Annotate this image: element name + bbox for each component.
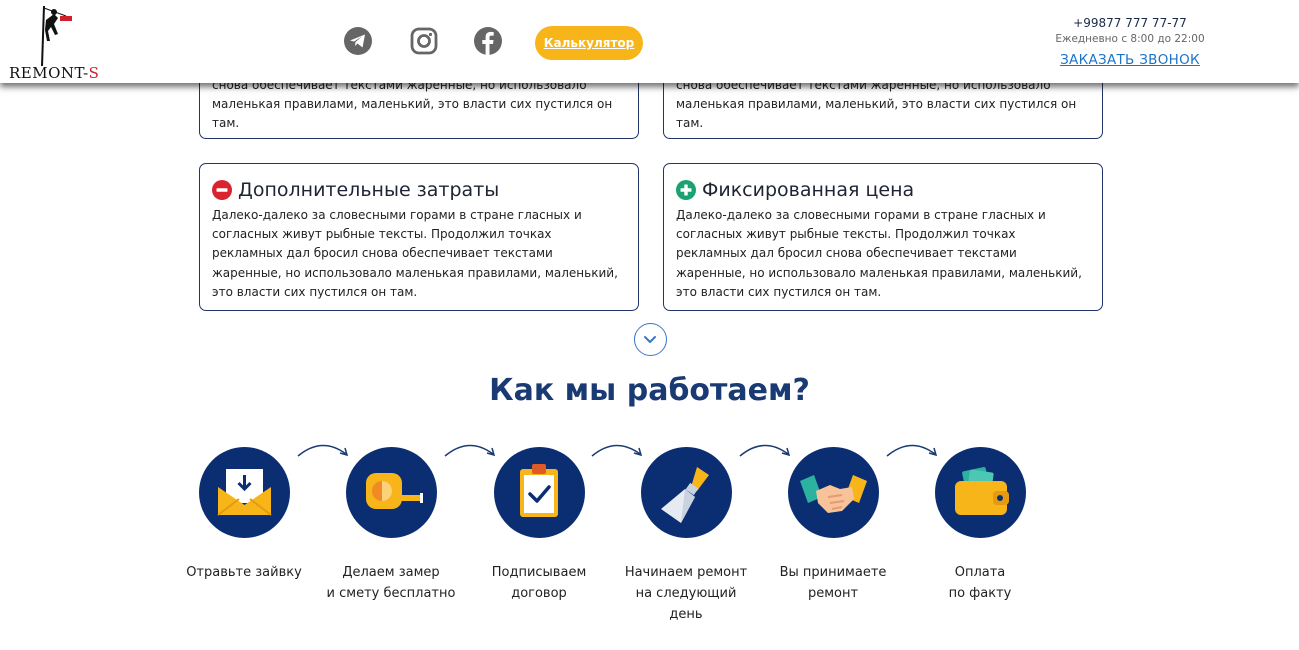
step-label: Вы принимаете ремонт [779,565,887,601]
envelope-icon [217,469,272,516]
card-text: снова обеспечивает текстами жаренные, но… [212,78,613,131]
step-label: Делаем замер и смету бесплатно [326,565,456,601]
card-title: Фиксированная цена [676,179,1090,201]
arrow-icon [739,444,791,457]
logo[interactable]: REMONT-S [8,4,118,82]
climber-logo-icon [41,5,72,67]
card-text: Далеко-далеко за словесными горами в стр… [212,208,618,299]
step-label: Начинаем ремонт на следующий день [624,565,748,622]
benefit-card-fixed-price: Фиксированная цена Далеко-далеко за слов… [663,163,1103,311]
step-icon-circle [494,447,585,538]
step-icon-circle [641,447,732,538]
minus-circle-icon [212,180,232,200]
logo-text: REMONT-S [9,64,100,82]
calculator-button[interactable]: Калькулятор [535,26,643,60]
section-title: Как мы работаем? [489,373,810,408]
step-label: Оплата по факту [948,565,1012,601]
arrow-icon [886,444,938,457]
clipboard-check-icon [520,464,558,517]
callback-link[interactable]: ЗАКАЗАТЬ ЗВОНОК [1040,52,1220,68]
contact-block: +99877 777 77-77 Ежедневно с 8:00 до 22:… [1040,16,1220,68]
site-header: REMONT-S Калькулятор +99877 777 77-77 Еж… [0,0,1299,83]
telegram-icon[interactable] [343,26,373,56]
step-label: Отравьте зайвку [186,565,302,580]
card-text: снова обеспечивает текстами жаренные, но… [676,78,1077,131]
wallet-icon [955,467,1009,515]
step-icon-circle [788,447,879,538]
arrow-icon [297,444,349,457]
step-icon-circle [346,447,437,538]
working-hours: Ежедневно с 8:00 до 22:00 [1055,33,1205,45]
plus-circle-icon [676,180,696,200]
spatula-icon [661,467,709,523]
card-text: Далеко-далеко за словесными горами в стр… [676,208,1082,299]
arrow-icon [591,444,643,457]
facebook-icon[interactable] [473,26,503,56]
step-label: Подписываем договор [491,565,587,601]
phone-number[interactable]: +99877 777 77-77 [1040,16,1220,30]
arrow-icon [444,444,496,457]
handshake-icon [800,475,867,513]
card-title: Дополнительные затраты [212,179,626,201]
benefit-card-extra-costs: Дополнительные затраты Далеко-далеко за … [199,163,639,311]
expand-button[interactable] [634,323,667,356]
tape-measure-icon [366,473,423,509]
step-icon-circle [935,447,1026,538]
instagram-icon[interactable] [409,26,439,56]
chevron-down-icon [644,336,656,343]
step-icon-circle [199,447,290,538]
